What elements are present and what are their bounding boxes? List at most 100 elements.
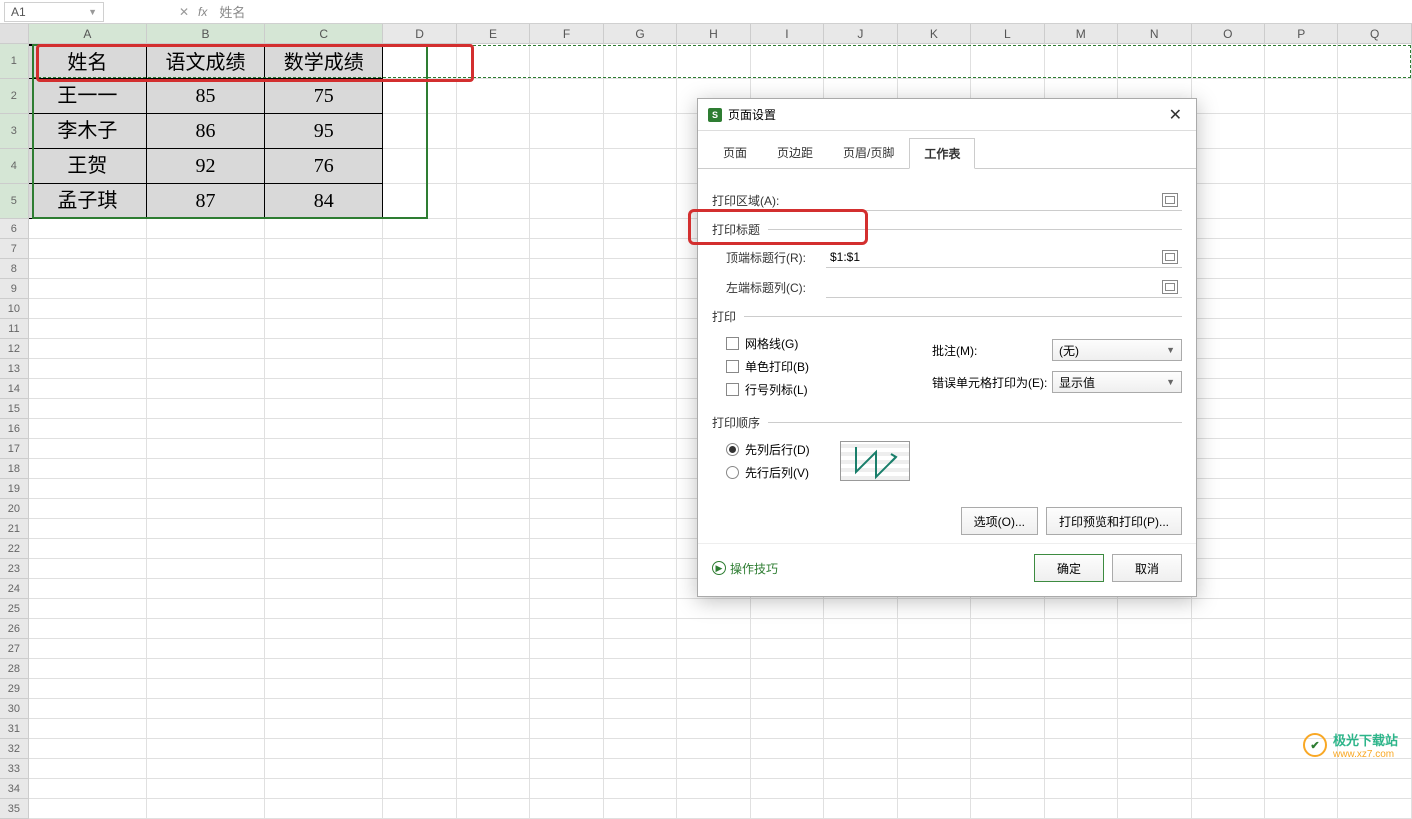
cell[interactable] (265, 579, 383, 599)
cell[interactable] (383, 279, 456, 299)
cell[interactable] (530, 619, 603, 639)
cell[interactable] (1338, 559, 1411, 579)
cell[interactable] (530, 659, 603, 679)
cell[interactable] (898, 659, 971, 679)
cell[interactable] (147, 459, 265, 479)
cell[interactable] (457, 439, 530, 459)
cell[interactable] (29, 759, 147, 779)
cell[interactable] (1192, 299, 1265, 319)
cell[interactable] (530, 44, 603, 79)
cell[interactable] (457, 499, 530, 519)
cell[interactable] (604, 639, 677, 659)
cell[interactable] (1118, 779, 1191, 799)
cell[interactable] (383, 579, 456, 599)
cell[interactable] (1192, 379, 1265, 399)
cell[interactable] (751, 699, 824, 719)
cell[interactable] (29, 379, 147, 399)
cell[interactable] (898, 719, 971, 739)
options-button[interactable]: 选项(O)... (961, 507, 1038, 535)
cell[interactable] (383, 379, 456, 399)
cell[interactable] (383, 299, 456, 319)
cell[interactable] (147, 339, 265, 359)
cell[interactable] (751, 799, 824, 819)
cell[interactable] (457, 419, 530, 439)
cell[interactable] (530, 559, 603, 579)
row-header[interactable]: 21 (0, 519, 29, 539)
cell[interactable] (265, 599, 383, 619)
row-header[interactable]: 32 (0, 739, 29, 759)
cell[interactable] (265, 619, 383, 639)
cell[interactable] (29, 559, 147, 579)
cell[interactable]: 数学成绩 (265, 44, 383, 79)
cell[interactable] (824, 44, 897, 79)
cell[interactable] (604, 419, 677, 439)
cell[interactable] (677, 779, 750, 799)
cell[interactable]: 76 (265, 149, 383, 184)
cell[interactable] (1192, 699, 1265, 719)
cell[interactable] (604, 539, 677, 559)
cell[interactable] (530, 149, 603, 184)
cell[interactable] (1265, 699, 1338, 719)
cell[interactable] (1045, 719, 1118, 739)
cell[interactable] (751, 719, 824, 739)
cell[interactable] (457, 739, 530, 759)
cell[interactable] (265, 459, 383, 479)
cell[interactable] (457, 619, 530, 639)
cell[interactable] (457, 379, 530, 399)
cell[interactable] (29, 719, 147, 739)
cell[interactable] (147, 559, 265, 579)
cell[interactable] (751, 619, 824, 639)
cell[interactable] (677, 799, 750, 819)
cell[interactable] (29, 439, 147, 459)
cell[interactable] (265, 519, 383, 539)
cell[interactable] (604, 239, 677, 259)
cell[interactable] (898, 699, 971, 719)
cell[interactable]: 85 (147, 79, 265, 114)
cell[interactable] (1265, 639, 1338, 659)
cell[interactable] (265, 219, 383, 239)
cell[interactable] (1338, 319, 1411, 339)
cell[interactable] (530, 459, 603, 479)
cell[interactable] (604, 79, 677, 114)
cell[interactable] (147, 479, 265, 499)
row-header[interactable]: 4 (0, 149, 29, 184)
row-header[interactable]: 15 (0, 399, 29, 419)
cell[interactable] (1338, 219, 1411, 239)
cell[interactable] (677, 719, 750, 739)
cell[interactable] (1265, 659, 1338, 679)
cell[interactable] (1265, 279, 1338, 299)
cell[interactable] (898, 44, 971, 79)
cell[interactable] (147, 419, 265, 439)
cell[interactable] (604, 319, 677, 339)
cell[interactable] (1118, 679, 1191, 699)
cell[interactable] (1338, 184, 1411, 219)
cell[interactable] (530, 439, 603, 459)
row-header[interactable]: 18 (0, 459, 29, 479)
cell[interactable] (147, 319, 265, 339)
cell[interactable] (265, 699, 383, 719)
cell[interactable] (824, 719, 897, 739)
cell[interactable] (457, 659, 530, 679)
cell[interactable] (530, 479, 603, 499)
cell[interactable] (604, 739, 677, 759)
cell[interactable] (1338, 44, 1411, 79)
cell[interactable] (898, 739, 971, 759)
select-all-corner[interactable] (0, 24, 29, 43)
cell[interactable] (530, 319, 603, 339)
cell[interactable] (604, 379, 677, 399)
cell[interactable] (898, 679, 971, 699)
cell[interactable] (265, 319, 383, 339)
cell[interactable] (751, 659, 824, 679)
top-row-input[interactable]: $1:$1 (826, 246, 1182, 268)
cell[interactable] (1338, 499, 1411, 519)
column-header-E[interactable]: E (457, 24, 530, 43)
cell[interactable] (604, 619, 677, 639)
row-header[interactable]: 27 (0, 639, 29, 659)
errors-dropdown[interactable]: 显示值▼ (1052, 371, 1182, 393)
cell[interactable] (265, 779, 383, 799)
cell[interactable] (383, 184, 456, 219)
cell[interactable] (29, 519, 147, 539)
row-header[interactable]: 17 (0, 439, 29, 459)
cell[interactable] (604, 699, 677, 719)
cell[interactable] (383, 799, 456, 819)
